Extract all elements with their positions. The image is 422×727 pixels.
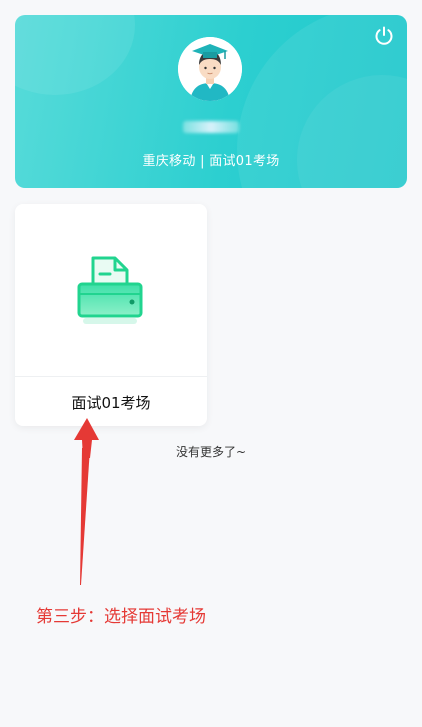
annotation-arrow-icon — [70, 418, 100, 588]
decor-bubble — [15, 15, 135, 95]
card-divider — [15, 376, 207, 377]
org-room-label: 重庆移动 | 面试01考场 — [142, 154, 280, 169]
exam-room-card[interactable]: 面试01考场 — [15, 204, 207, 426]
profile-header-card: 重庆移动 | 面试01考场 — [15, 15, 407, 188]
redacted-name-block — [183, 121, 239, 133]
avatar — [178, 37, 242, 101]
printer-document-icon — [73, 252, 149, 334]
username-redacted — [15, 119, 407, 137]
power-icon[interactable] — [373, 25, 395, 47]
instruction-annotation: 第三步：选择面试考场 — [36, 607, 206, 627]
list-end-text: 没有更多了~ — [175, 445, 247, 459]
graduate-avatar-icon — [178, 37, 242, 101]
exam-room-name: 面试01考场 — [71, 394, 151, 412]
